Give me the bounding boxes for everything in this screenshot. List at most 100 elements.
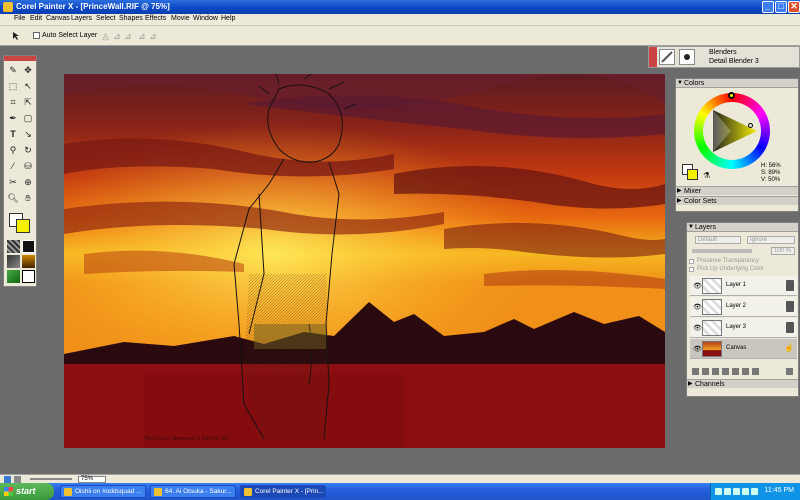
brush-category-icon[interactable] <box>659 49 675 65</box>
layer-row[interactable]: 👁︎ Layer 1 <box>690 276 797 296</box>
minimize-button[interactable]: _ <box>762 1 774 13</box>
volume-icon[interactable] <box>742 488 749 495</box>
expand-triangle-icon[interactable]: ▶ <box>688 380 693 389</box>
arrow-pointer-icon[interactable] <box>12 31 22 41</box>
text-icon[interactable]: T <box>6 127 20 141</box>
auto-select-layer-checkbox[interactable] <box>33 32 40 39</box>
paint-bucket-icon[interactable]: ⛁ <box>21 159 35 173</box>
transform-icon[interactable]: ⊿ <box>149 31 159 41</box>
transform-icon[interactable]: ⊿ <box>124 31 134 41</box>
start-button[interactable]: start <box>0 483 54 500</box>
eraser-icon[interactable]: ✂ <box>6 175 20 189</box>
primary-color-swatch[interactable] <box>687 169 698 180</box>
shape-selection-icon[interactable]: ↘ <box>21 127 35 141</box>
grid-toggle-icon[interactable] <box>4 476 11 483</box>
menu-shapes[interactable]: Shapes <box>119 15 143 22</box>
composite-depth-select[interactable]: Ignore <box>747 236 795 244</box>
menu-edit[interactable]: Edit <box>30 15 42 22</box>
menu-layers[interactable]: Layers <box>71 15 92 22</box>
brush-variant-icon[interactable] <box>679 49 695 65</box>
painting-canvas[interactable]: Tokyo Corp. Mnemonic © 2007 Rt. Mt. <box>64 74 665 448</box>
dynamic-plugins-icon[interactable] <box>702 368 709 375</box>
tray-icon[interactable] <box>715 488 722 495</box>
paper-selector-icon[interactable] <box>7 240 20 253</box>
channels-panel-header[interactable]: ▶ Channels <box>687 379 798 388</box>
rectangle-shape-icon[interactable]: ▢ <box>21 111 35 125</box>
layer-row[interactable]: 👁︎ Layer 3 <box>690 318 797 338</box>
taskbar-item-chat[interactable]: Oishii on #oddsquad ... <box>60 485 146 498</box>
menu-help[interactable]: Help <box>221 15 235 22</box>
new-liquid-ink-layer-icon[interactable] <box>742 368 749 375</box>
menu-window[interactable]: Window <box>193 15 218 22</box>
grabber-icon[interactable]: ✋︎ <box>21 191 35 205</box>
gradient-selector-icon[interactable] <box>22 255 35 268</box>
visibility-eye-icon[interactable]: 👁︎ <box>693 282 702 290</box>
align-icon[interactable]: ◬ <box>102 31 112 41</box>
visibility-eye-icon[interactable]: 👁︎ <box>693 324 702 332</box>
pen-icon[interactable]: ✒ <box>6 111 20 125</box>
tracing-paper-icon[interactable] <box>14 476 21 483</box>
color-triangle-area[interactable] <box>703 102 761 160</box>
taskbar-item-music[interactable]: 64. Ai Otsuka - Sakur... <box>150 485 236 498</box>
transform-icon[interactable]: ⊿ <box>113 31 123 41</box>
layer-adjuster-icon[interactable] <box>692 368 699 375</box>
crop-icon[interactable]: ⌗ <box>6 95 20 109</box>
rotate-page-icon[interactable]: ↻ <box>21 143 35 157</box>
saturation-marker[interactable] <box>748 123 753 128</box>
group-layers-icon[interactable] <box>712 368 719 375</box>
look-selector-icon[interactable] <box>22 270 35 283</box>
tray-icon[interactable] <box>751 488 758 495</box>
tray-icon[interactable] <box>724 488 731 495</box>
menu-canvas[interactable]: Canvas <box>46 15 70 22</box>
pick-up-color-checkbox[interactable] <box>689 267 694 272</box>
painter-app-icon[interactable] <box>3 2 13 12</box>
brush-icon[interactable]: ✎ <box>6 63 20 77</box>
trash-icon[interactable] <box>786 368 793 375</box>
expand-triangle-icon[interactable]: ▶ <box>677 187 682 196</box>
magnifier-icon[interactable]: ⚲ <box>6 143 20 157</box>
zoom-field[interactable]: 75% <box>78 476 106 483</box>
expand-triangle-icon[interactable]: ▶ <box>677 197 682 206</box>
flow-map-icon[interactable] <box>22 240 35 253</box>
preserve-transparency-checkbox[interactable] <box>689 259 694 264</box>
colors-panel-header[interactable]: ▼ Colors <box>676 79 798 88</box>
layers-panel-header[interactable]: ▼ Layers <box>687 223 798 232</box>
transform-icon[interactable]: ⇱ <box>21 95 35 109</box>
menu-effects[interactable]: Effects <box>145 15 166 22</box>
menu-select[interactable]: Select <box>96 15 115 22</box>
visibility-eye-icon[interactable]: 👁︎ <box>693 345 702 353</box>
visibility-eye-icon[interactable]: 👁︎ <box>693 303 702 311</box>
cloner-icon[interactable]: ⊕ <box>21 175 35 189</box>
pattern-selector-icon[interactable] <box>7 255 20 268</box>
layer-mask-icon[interactable] <box>722 368 729 375</box>
menu-file[interactable]: File <box>14 15 25 22</box>
layer-row[interactable]: 👁︎ Layer 2 <box>690 297 797 317</box>
lasso-icon[interactable]: ↖ <box>21 79 35 93</box>
collapse-triangle-icon[interactable]: ▼ <box>688 223 694 232</box>
color-wheel[interactable] <box>694 92 770 169</box>
collapse-triangle-icon[interactable]: ▼ <box>677 79 683 88</box>
brush-selector-grip[interactable] <box>649 47 657 67</box>
menu-movie[interactable]: Movie <box>171 15 190 22</box>
nozzle-selector-icon[interactable] <box>7 270 20 283</box>
new-watercolor-layer-icon[interactable] <box>732 368 739 375</box>
composite-method-select[interactable]: Default <box>695 236 741 244</box>
primary-color-swatch[interactable] <box>16 219 30 233</box>
toolbox-grip[interactable] <box>4 56 36 61</box>
zoom-slider[interactable] <box>30 478 72 480</box>
close-button[interactable]: ✕ <box>788 1 800 13</box>
dropper-icon[interactable]: ⚗ <box>703 171 710 180</box>
maximize-button[interactable]: □ <box>775 1 787 13</box>
transform-icon[interactable]: ⊿ <box>138 31 148 41</box>
tray-icon[interactable] <box>733 488 740 495</box>
layer-adjuster-icon[interactable]: ✥ <box>21 63 35 77</box>
new-layer-icon[interactable] <box>752 368 759 375</box>
mixer-panel-header[interactable]: ▶ Mixer <box>676 186 798 195</box>
taskbar-item-painter[interactable]: Corel Painter X - [Prin... <box>240 485 326 498</box>
opacity-field[interactable]: 100 % <box>771 247 795 255</box>
color-sets-panel-header[interactable]: ▶ Color Sets <box>676 196 798 205</box>
brush-category-label[interactable]: Blenders <box>709 49 737 56</box>
rectangular-selection-icon[interactable]: ⬚ <box>6 79 20 93</box>
dropper-icon[interactable]: ⁄ <box>6 159 20 173</box>
opacity-slider[interactable] <box>692 249 752 253</box>
